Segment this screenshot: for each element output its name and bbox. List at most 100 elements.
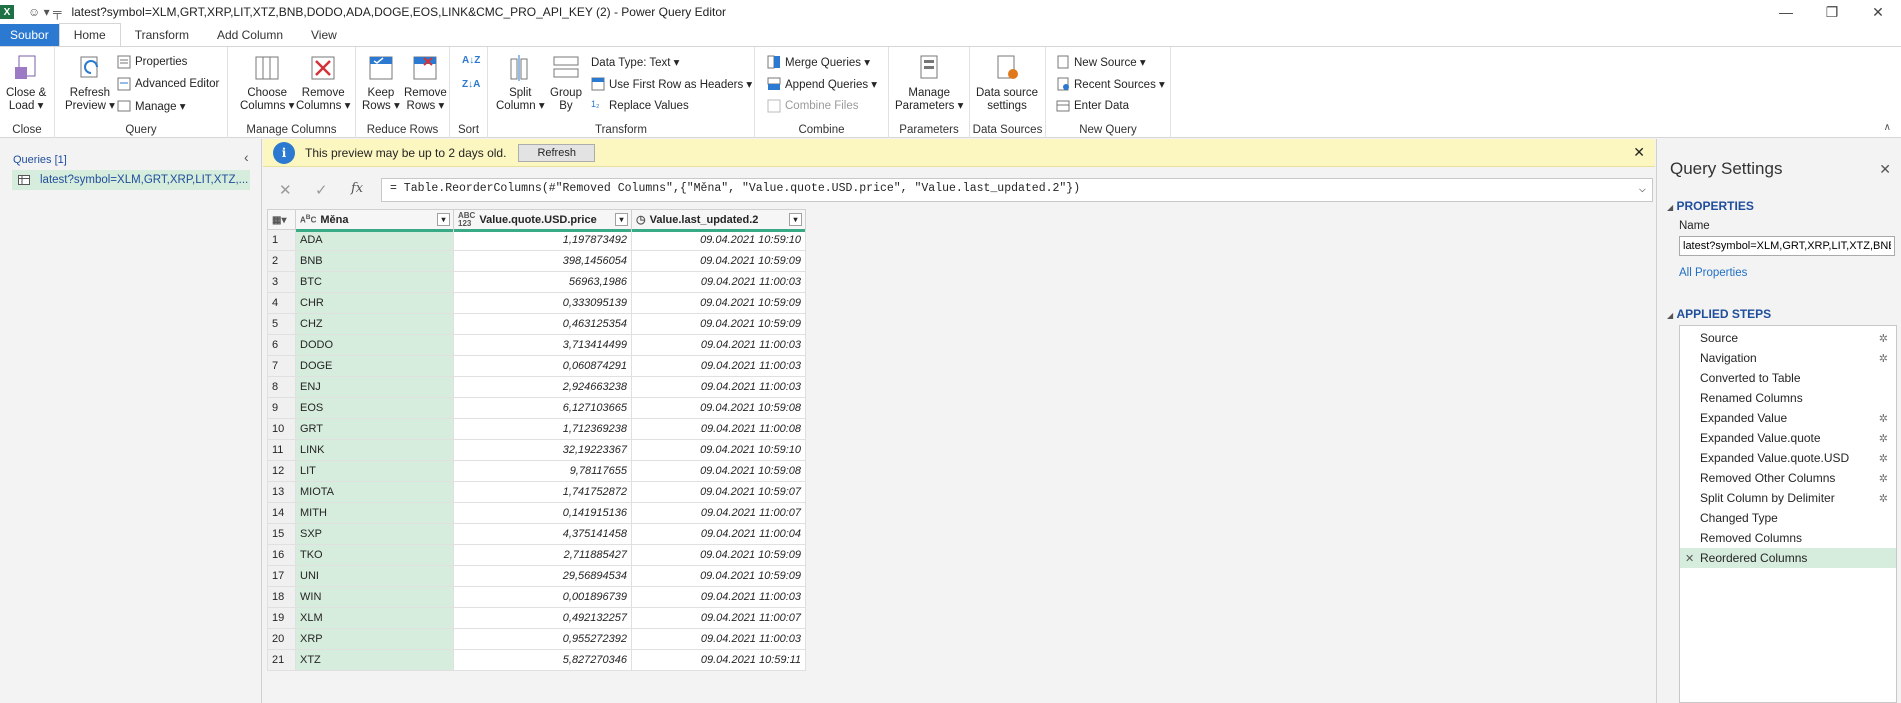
tab-home[interactable]: Home [58,23,121,46]
close-load-button[interactable]: Close & Load ▾ [6,53,46,113]
cell-last-updated[interactable]: 09.04.2021 11:00:03 [631,334,806,356]
applied-step[interactable]: Changed Type [1680,508,1896,528]
table-row[interactable]: 8 ENJ 2,924663238 09.04.2021 11:00:03 [267,376,806,398]
restore-icon[interactable]: ❐ [1809,0,1855,24]
cell-mena[interactable]: WIN [295,586,454,608]
table-row[interactable]: 17 UNI 29,56894534 09.04.2021 10:59:09 [267,565,806,587]
cell-mena[interactable]: XLM [295,607,454,629]
cell-last-updated[interactable]: 09.04.2021 11:00:03 [631,628,806,650]
cancel-formula-icon[interactable]: ✕ [279,181,292,199]
cell-price[interactable]: 0,001896739 [453,586,632,608]
merge-queries-button[interactable]: Merge Queries ▾ [767,53,870,71]
applied-step[interactable]: Expanded Value ✲ [1680,408,1896,428]
data-type-dropdown[interactable]: Data Type: Text ▾ [591,53,679,71]
use-first-row-button[interactable]: Use First Row as Headers ▾ [591,75,752,93]
function-fx-icon[interactable]: fx [351,181,363,196]
cell-mena[interactable]: XTZ [295,649,454,671]
tab-transform[interactable]: Transform [121,24,203,46]
refresh-button[interactable]: Refresh [518,143,595,162]
cell-last-updated[interactable]: 09.04.2021 11:00:07 [631,607,806,629]
cell-price[interactable]: 2,924663238 [453,376,632,398]
cell-last-updated[interactable]: 09.04.2021 11:00:04 [631,523,806,545]
cell-last-updated[interactable]: 09.04.2021 10:59:10 [631,229,806,251]
cell-last-updated[interactable]: 09.04.2021 10:59:09 [631,565,806,587]
keep-rows-button[interactable]: Keep Rows ▾ [362,53,400,113]
cell-price[interactable]: 56963,1986 [453,271,632,293]
remove-rows-button[interactable]: Remove Rows ▾ [404,53,447,113]
applied-step[interactable]: Source ✲ [1680,328,1896,348]
filter-dropdown-icon[interactable]: ▾ [437,213,450,226]
cell-last-updated[interactable]: 09.04.2021 10:59:11 [631,649,806,671]
cell-mena[interactable]: EOS [295,397,454,419]
cell-mena[interactable]: SXP [295,523,454,545]
step-settings-gear-icon[interactable]: ✲ [1879,472,1888,485]
table-row[interactable]: 16 TKO 2,711885427 09.04.2021 10:59:09 [267,544,806,566]
name-field[interactable] [1679,236,1895,256]
cell-mena[interactable]: BTC [295,271,454,293]
tab-add-column[interactable]: Add Column [203,24,297,46]
table-row[interactable]: 14 MITH 0,141915136 09.04.2021 11:00:07 [267,502,806,524]
cell-mena[interactable]: XRP [295,628,454,650]
cell-last-updated[interactable]: 09.04.2021 11:00:03 [631,271,806,293]
table-row[interactable]: 9 EOS 6,127103665 09.04.2021 10:59:08 [267,397,806,419]
cell-mena[interactable]: CHR [295,292,454,314]
cell-price[interactable]: 32,19223367 [453,439,632,461]
cell-price[interactable]: 398,1456054 [453,250,632,272]
filter-dropdown-icon[interactable]: ▾ [789,213,802,226]
table-row[interactable]: 7 DOGE 0,060874291 09.04.2021 11:00:03 [267,355,806,377]
table-row[interactable]: 12 LIT 9,78117655 09.04.2021 10:59:08 [267,460,806,482]
cell-price[interactable]: 0,060874291 [453,355,632,377]
cell-price[interactable]: 0,955272392 [453,628,632,650]
table-row[interactable]: 4 CHR 0,333095139 09.04.2021 10:59:09 [267,292,806,314]
properties-button[interactable]: Properties [117,53,187,71]
choose-columns-button[interactable]: Choose Columns ▾ [240,53,294,113]
column-header-last-updated[interactable]: ◷ Value.last_updated.2 ▾ [631,209,806,232]
table-row[interactable]: 20 XRP 0,955272392 09.04.2021 11:00:03 [267,628,806,650]
cell-mena[interactable]: MIOTA [295,481,454,503]
expand-formula-icon[interactable]: ⌵ [1639,181,1646,196]
table-row[interactable]: 19 XLM 0,492132257 09.04.2021 11:00:07 [267,607,806,629]
cell-last-updated[interactable]: 09.04.2021 10:59:08 [631,397,806,419]
minimize-icon[interactable]: — [1763,0,1809,24]
step-settings-gear-icon[interactable]: ✲ [1879,492,1888,505]
commit-formula-icon[interactable]: ✓ [315,181,328,199]
cell-price[interactable]: 1,197873492 [453,229,632,251]
delete-step-icon[interactable]: ✕ [1685,552,1694,565]
cell-mena[interactable]: LINK [295,439,454,461]
cell-mena[interactable]: DODO [295,334,454,356]
cell-price[interactable]: 3,713414499 [453,334,632,356]
table-row[interactable]: 10 GRT 1,712369238 09.04.2021 11:00:08 [267,418,806,440]
cell-price[interactable]: 2,711885427 [453,544,632,566]
applied-step[interactable]: Navigation ✲ [1680,348,1896,368]
table-row[interactable]: 3 BTC 56963,1986 09.04.2021 11:00:03 [267,271,806,293]
step-settings-gear-icon[interactable]: ✲ [1879,452,1888,465]
cell-mena[interactable]: UNI [295,565,454,587]
tab-file[interactable]: Soubor [0,24,59,46]
cell-last-updated[interactable]: 09.04.2021 10:59:09 [631,292,806,314]
applied-step[interactable]: Expanded Value.quote.USD ✲ [1680,448,1896,468]
cell-price[interactable]: 1,712369238 [453,418,632,440]
table-row[interactable]: 6 DODO 3,713414499 09.04.2021 11:00:03 [267,334,806,356]
split-column-button[interactable]: Split Column ▾ [496,53,545,113]
cell-last-updated[interactable]: 09.04.2021 11:00:03 [631,355,806,377]
recent-sources-button[interactable]: Recent Sources ▾ [1056,75,1165,93]
advanced-editor-button[interactable]: Advanced Editor [117,75,219,93]
table-row[interactable]: 21 XTZ 5,827270346 09.04.2021 10:59:11 [267,649,806,671]
cell-mena[interactable]: GRT [295,418,454,440]
refresh-preview-button[interactable]: Refresh Preview ▾ [65,53,115,113]
table-row[interactable]: 1 ADA 1,197873492 09.04.2021 10:59:10 [267,229,806,251]
cell-mena[interactable]: ENJ [295,376,454,398]
table-row[interactable]: 5 CHZ 0,463125354 09.04.2021 10:59:09 [267,313,806,335]
close-banner-icon[interactable]: ✕ [1633,144,1645,161]
applied-step[interactable]: Converted to Table [1680,368,1896,388]
cell-price[interactable]: 4,375141458 [453,523,632,545]
tab-view[interactable]: View [297,24,351,46]
cell-last-updated[interactable]: 09.04.2021 10:59:09 [631,250,806,272]
combine-files-button[interactable]: Combine Files [767,97,859,115]
cell-price[interactable]: 0,492132257 [453,607,632,629]
ribbon-collapse-icon[interactable]: ∧ [1884,122,1891,133]
applied-step[interactable]: Split Column by Delimiter ✲ [1680,488,1896,508]
step-settings-gear-icon[interactable]: ✲ [1879,352,1888,365]
table-row[interactable]: 11 LINK 32,19223367 09.04.2021 10:59:10 [267,439,806,461]
cell-price[interactable]: 1,741752872 [453,481,632,503]
